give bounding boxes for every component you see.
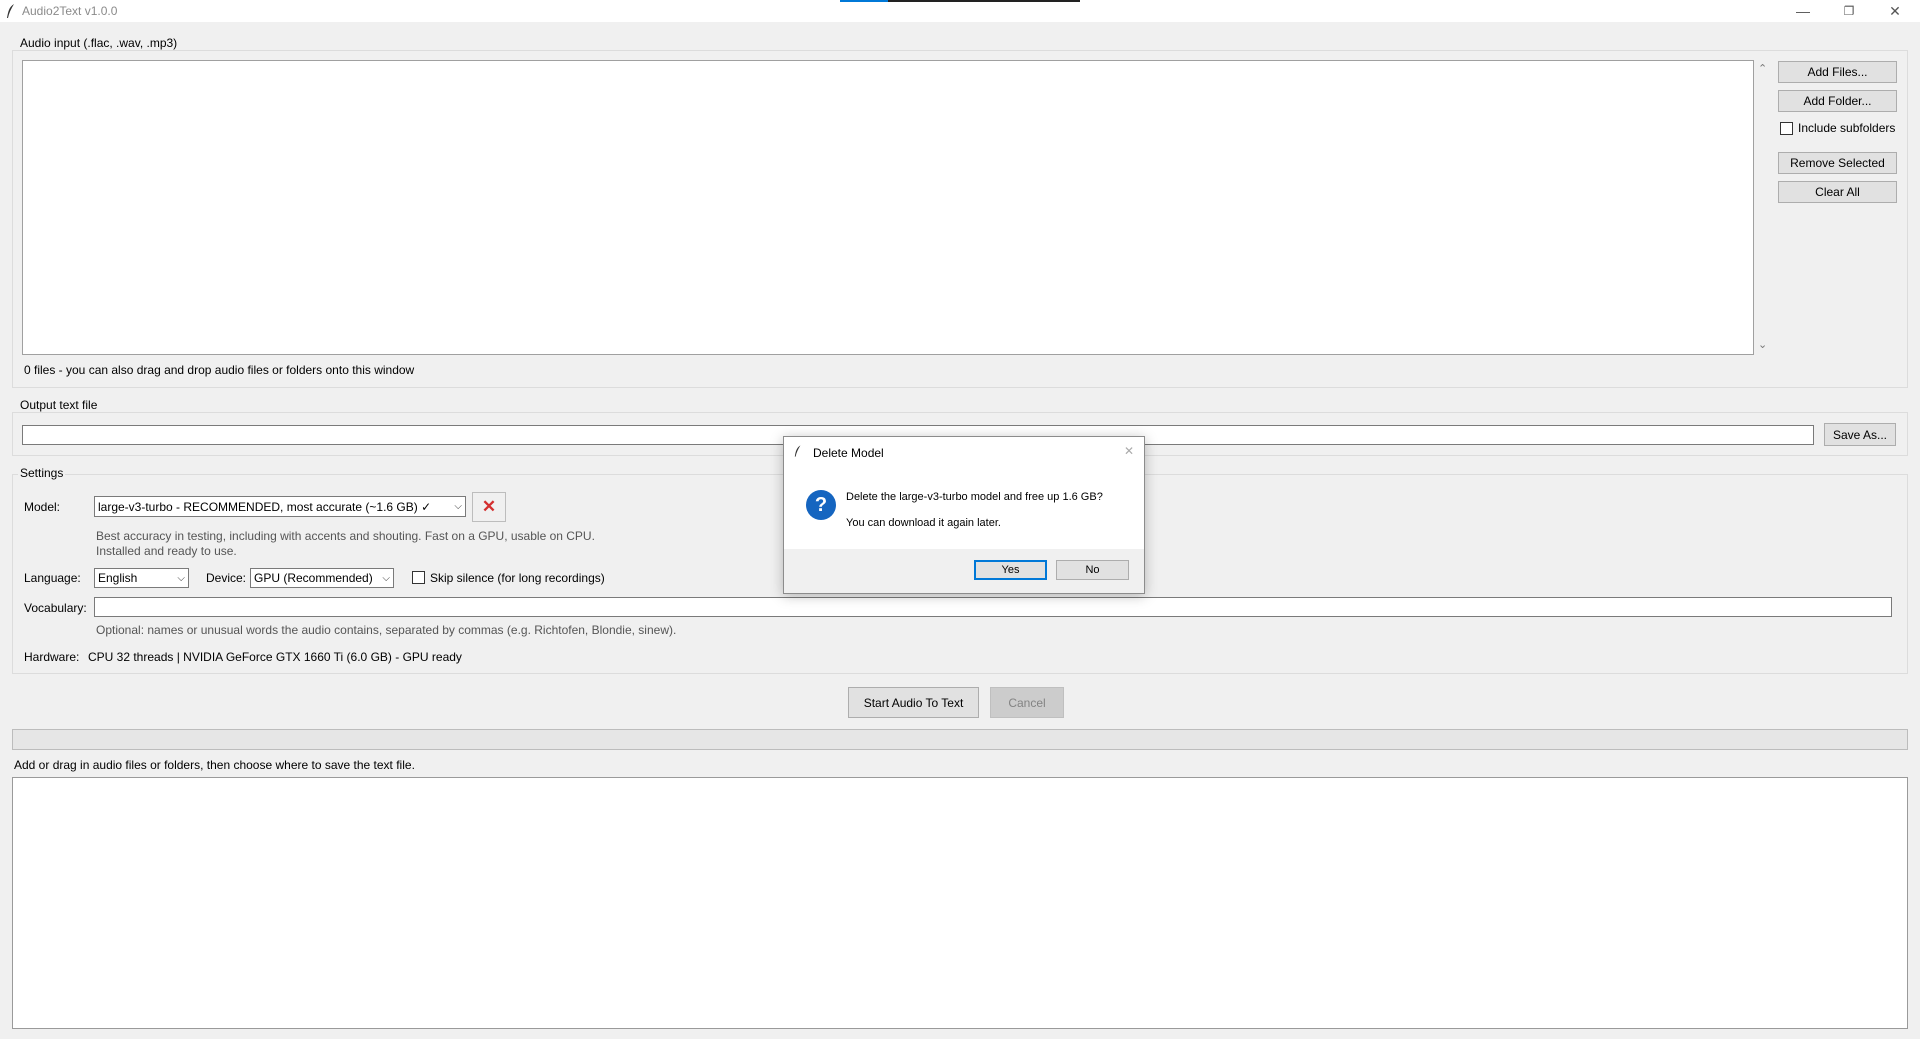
model-status: Installed and ready to use. — [96, 544, 237, 558]
dialog-close-icon[interactable]: ✕ — [1124, 444, 1134, 458]
progress-bar — [12, 729, 1908, 750]
add-files-button[interactable]: Add Files... — [1778, 61, 1897, 83]
device-select[interactable]: GPU (Recommended) ⌵ — [250, 568, 394, 588]
language-value: English — [98, 571, 138, 585]
settings-label: Settings — [18, 466, 66, 480]
scroll-down-icon[interactable]: ⌄ — [1758, 338, 1767, 351]
chevron-down-icon: ⌵ — [454, 501, 462, 512]
model-select[interactable]: large-v3-turbo - RECOMMENDED, most accur… — [94, 496, 466, 517]
hardware-label: Hardware: — [24, 650, 80, 664]
chevron-down-icon: ⌵ — [177, 572, 185, 584]
skip-silence-label: Skip silence (for long recordings) — [430, 571, 605, 585]
device-label: Device: — [206, 571, 247, 585]
device-value: GPU (Recommended) — [254, 571, 373, 585]
vocabulary-label: Vocabulary: — [24, 601, 87, 615]
list-scrollbar[interactable]: ⌃ ⌄ — [1754, 60, 1772, 355]
file-count-status: 0 files - you can also drag and drop aud… — [24, 363, 415, 377]
dialog-title: Delete Model — [813, 446, 884, 460]
audio-input-label: Audio input (.flac, .wav, .mp3) — [18, 36, 180, 50]
question-mark: ? — [814, 493, 828, 516]
dialog-submessage: You can download it again later. — [846, 517, 1001, 529]
model-value: large-v3-turbo - RECOMMENDED, most accur… — [98, 499, 432, 514]
delete-x-icon: ✕ — [481, 497, 497, 516]
question-icon: ? — [806, 490, 836, 520]
start-button[interactable]: Start Audio To Text — [848, 687, 979, 718]
close-button[interactable]: ✕ — [1872, 0, 1918, 22]
skip-silence-checkbox[interactable] — [412, 571, 425, 584]
window-title: Audio2Text v1.0.0 — [22, 4, 118, 18]
yes-button[interactable]: Yes — [974, 560, 1047, 580]
delete-model-button[interactable]: ✕ — [472, 492, 506, 522]
hardware-value: CPU 32 threads | NVIDIA GeForce GTX 1660… — [88, 650, 462, 664]
taskbar-accent — [840, 0, 1080, 2]
delete-model-dialog: Delete Model ✕ ? Delete the large-v3-tur… — [783, 436, 1145, 594]
dialog-message: Delete the large-v3-turbo model and free… — [846, 491, 1103, 503]
feather-app-icon — [794, 445, 801, 457]
feather-app-icon — [7, 4, 14, 18]
chevron-down-icon: ⌵ — [382, 572, 390, 584]
scroll-up-icon[interactable]: ⌃ — [1758, 62, 1767, 75]
log-output-area[interactable] — [12, 777, 1908, 1029]
output-label: Output text file — [18, 398, 100, 412]
clear-all-button[interactable]: Clear All — [1778, 181, 1897, 203]
model-description: Best accuracy in testing, including with… — [96, 529, 595, 543]
model-label: Model: — [24, 500, 61, 514]
minimize-button[interactable]: — — [1780, 0, 1826, 22]
save-as-button[interactable]: Save As... — [1824, 423, 1896, 446]
status-message: Add or drag in audio files or folders, t… — [14, 758, 415, 772]
add-folder-button[interactable]: Add Folder... — [1778, 90, 1897, 112]
language-select[interactable]: English ⌵ — [94, 568, 189, 588]
language-label: Language: — [24, 571, 81, 585]
include-subfolders-checkbox[interactable] — [1780, 122, 1793, 135]
remove-selected-button[interactable]: Remove Selected — [1778, 152, 1897, 174]
restore-button[interactable]: ❐ — [1826, 0, 1872, 22]
include-subfolders-label: Include subfolders — [1798, 121, 1896, 135]
vocabulary-field[interactable] — [94, 597, 1892, 617]
dialog-footer: Yes No — [784, 549, 1144, 593]
vocabulary-hint: Optional: names or unusual words the aud… — [96, 623, 677, 637]
no-button[interactable]: No — [1056, 560, 1129, 580]
title-bar: Audio2Text v1.0.0 — ❐ ✕ — [0, 0, 1920, 22]
audio-file-list[interactable] — [22, 60, 1754, 355]
cancel-button[interactable]: Cancel — [990, 687, 1064, 718]
